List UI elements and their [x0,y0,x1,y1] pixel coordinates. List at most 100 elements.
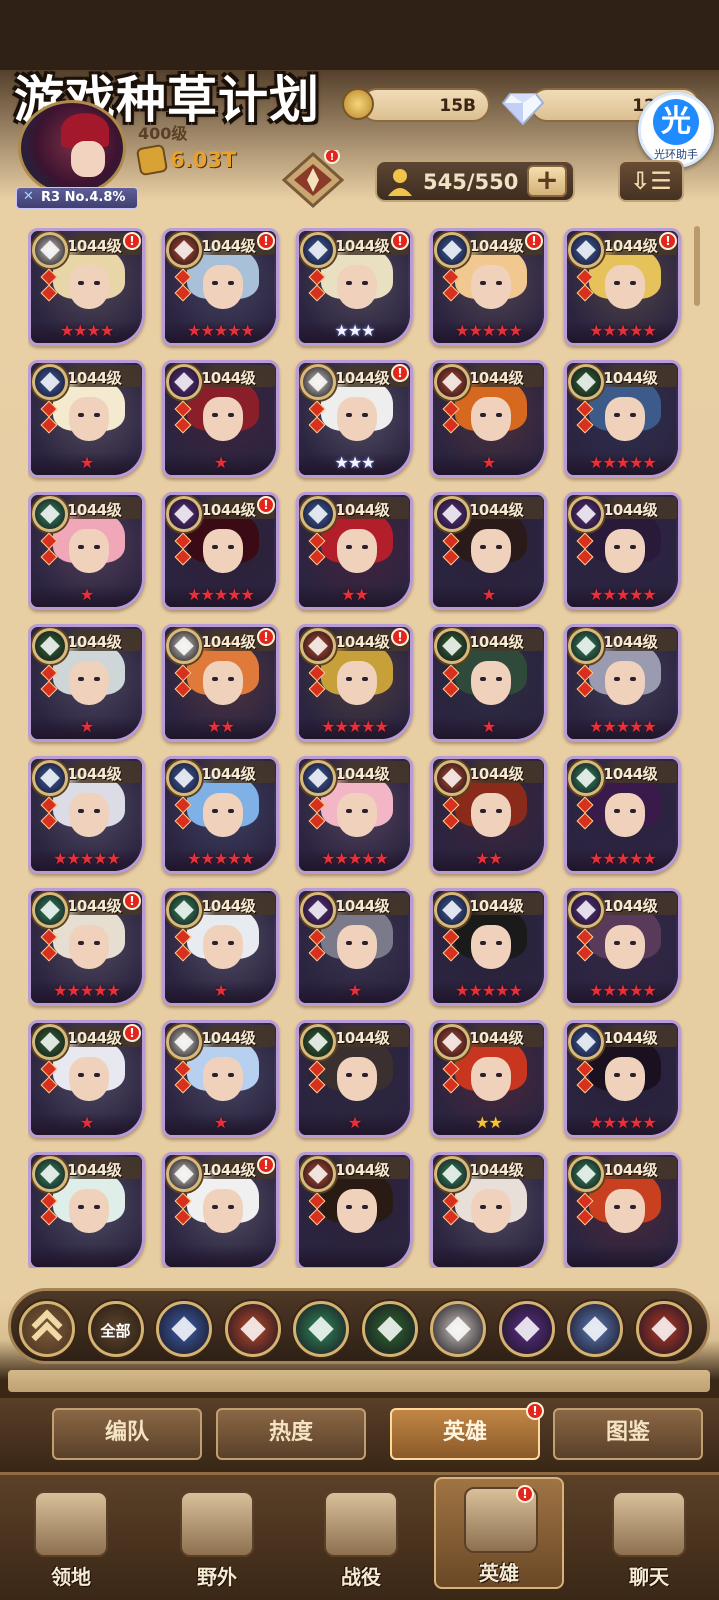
wilder-eye-icon [300,1024,336,1060]
hero-card[interactable]: 1044级 ★ [162,1020,279,1138]
hero-card[interactable]: 1044级 ★★★★★! [162,228,279,346]
sub-tab[interactable]: 图鉴 [553,1408,703,1460]
hero-grid-scrollbar[interactable] [694,226,700,306]
lightbearer-icon [568,232,604,268]
hero-card[interactable]: 1044级 ★ [28,492,145,610]
hero-card[interactable]: 1044级 ★ [430,360,547,478]
hero-card[interactable]: 1044级 ★★★! [296,360,413,478]
hero-card[interactable]: 1044级 ★★★★★ [564,360,681,478]
nav-item[interactable]: 战役 [296,1483,426,1595]
sort-button[interactable]: ⇩☰ [618,160,684,202]
formation-emblem-icon[interactable]: ! [276,150,350,210]
filter-mauler-button[interactable] [224,1301,281,1357]
filter-hypogean-button[interactable] [635,1301,692,1357]
faction-core [174,504,194,524]
star-rating: ★★ [475,1113,503,1132]
hero-level: 1044级 [335,369,390,387]
hero-level: 1044级 [603,765,658,783]
svg-text:!: ! [330,152,335,163]
hero-card[interactable]: 1044级 ★★★★★! [430,228,547,346]
faction-core [442,1164,462,1184]
hero-level: 1044级 [201,897,256,915]
sub-tab[interactable]: 英雄! [390,1402,544,1460]
sub-tab[interactable]: 热度 [216,1408,366,1460]
rank-badge[interactable]: ✕ R3 No.4.8% [16,187,138,209]
collapse-filter-button[interactable] [19,1301,75,1357]
hero-card[interactable]: 1044级 [28,1152,145,1268]
hero-card[interactable]: 1044级 ★★★★★ [430,888,547,1006]
filter-graveborn-button[interactable] [498,1301,555,1357]
filter-celestial-button[interactable] [430,1301,486,1357]
hero-face [605,793,645,837]
hero-eye [480,281,486,285]
castle-icon [34,1491,108,1557]
hero-card[interactable]: 1044级 ★★★★★ [564,492,681,610]
hero-card[interactable]: 1044级 ★★★★★! [296,624,413,742]
hero-card[interactable]: 1044级 ★★★★★! [564,228,681,346]
hero-eye [228,413,234,417]
hero-card[interactable]: 1044级 [296,1152,413,1268]
stars-bar [31,1245,142,1267]
filter-lightbearer-button[interactable] [156,1301,212,1357]
hero-eye [496,1073,502,1077]
nav-item[interactable]: 野外 [152,1483,282,1595]
hero-face [337,529,377,573]
hero-card[interactable]: 1044级 ★★! [162,624,279,742]
sub-tab[interactable]: 编队 [52,1408,202,1460]
star-rating: ★★ [341,585,369,604]
hero-card[interactable]: 1044级 ★★★★! [28,228,145,346]
filter-wilder-eye-button[interactable] [361,1301,418,1357]
nav-label: 英雄 [479,1561,519,1585]
notification-dot: ! [123,232,141,250]
hero-card[interactable]: 1044级 ★ [296,888,413,1006]
graveborn-icon [568,496,604,532]
hero-card[interactable]: 1044级 ★★ [430,1020,547,1138]
hero-level: 1044级 [469,369,524,387]
stars-bar [567,1245,678,1267]
hero-eye [346,413,352,417]
nav-item[interactable]: 聊天 [584,1483,714,1595]
hero-card[interactable]: 1044级 ★★★★★ [162,756,279,874]
hero-card[interactable]: 1044级 ★★★★★ [564,1020,681,1138]
hero-card[interactable]: 1044级 ★ [28,624,145,742]
hero-card[interactable]: 1044级 ★★★! [296,228,413,346]
hero-card[interactable]: 1044级 ★★★★★ [564,756,681,874]
hero-card[interactable]: 1044级 ★ [430,624,547,742]
hero-eye [78,545,84,549]
hero-card[interactable]: 1044级 ★★★★★! [28,888,145,1006]
hero-face [471,397,511,441]
hero-card[interactable]: 1044级 ★★★★★ [564,888,681,1006]
hero-card[interactable]: 1044级 ★★★★★ [296,756,413,874]
nav-item[interactable]: 领地 [6,1483,136,1595]
hero-level: 1044级 [201,501,256,519]
filter-wilder-button[interactable] [293,1301,349,1357]
hero-card[interactable]: 1044级 ★★ [430,756,547,874]
hero-card[interactable]: 1044级 ★ [162,888,279,1006]
hero-card[interactable]: 1044级 [430,1152,547,1268]
hero-card[interactable]: 1044级 ★ [162,360,279,478]
hero-card[interactable]: 1044级 ★! [28,1020,145,1138]
hero-card[interactable]: 1044级 ★★ [296,492,413,610]
hero-card[interactable]: 1044级 ★★★★★! [162,492,279,610]
notification-dot: ! [526,1402,544,1420]
mauler-icon [239,1316,266,1342]
hero-card[interactable]: 1044级 ★ [296,1020,413,1138]
hero-card[interactable]: 1044级! [162,1152,279,1268]
nav-item[interactable]: 英雄! [434,1477,564,1589]
player-avatar[interactable] [18,100,126,196]
filter-all-button[interactable]: 全部 [87,1301,144,1357]
hero-card[interactable]: 1044级 ★ [430,492,547,610]
hero-card[interactable]: 1044级 [564,1152,681,1268]
hero-level: 1044级 [335,1029,390,1047]
hero-eye [346,677,352,681]
hero-card[interactable]: 1044级 ★★★★★ [564,624,681,742]
filter-dimensional-button[interactable] [567,1301,623,1357]
hero-card[interactable]: 1044级 ★ [28,360,145,478]
helper-app-badge[interactable]: 光 光环助手 [638,92,714,168]
hero-card[interactable]: 1044级 ★★★★★ [28,756,145,874]
add-capacity-button[interactable]: + [527,165,567,197]
hero-eye [614,1205,620,1209]
hero-level: 1044级 [67,369,122,387]
hero-eye [94,809,100,813]
gold-counter[interactable]: 15B [360,88,490,122]
